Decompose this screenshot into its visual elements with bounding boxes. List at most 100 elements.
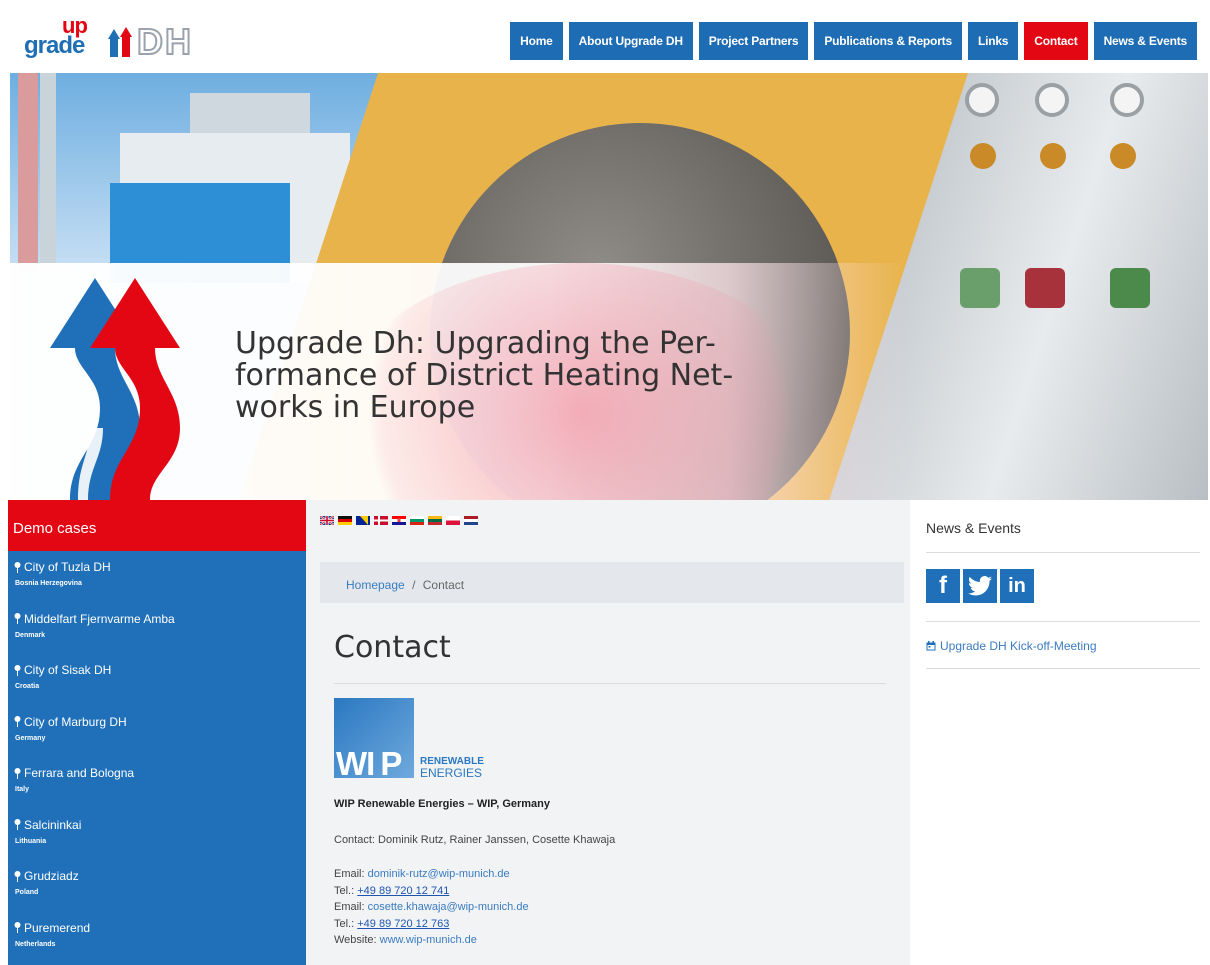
- contact-details: Email: dominik-rutz@wip-munich.de Tel.: …: [334, 866, 529, 949]
- bosnia-flag-icon[interactable]: [356, 516, 370, 525]
- hero-chimney: [18, 73, 38, 273]
- site-header: up grade DH Home About Upgrade DH Projec…: [0, 0, 1210, 73]
- demo-case-name: Puremerend: [24, 920, 91, 935]
- demo-case-name: Ferrara and Bologna: [24, 766, 135, 780]
- phone-link-rutz[interactable]: +49 89 720 12 741: [357, 885, 449, 897]
- twitter-icon[interactable]: [963, 569, 997, 603]
- page-title: Contact: [334, 630, 451, 665]
- nav-links[interactable]: Links: [967, 22, 1019, 60]
- valve-icon: [1110, 143, 1136, 169]
- demo-case-ferrara-bologna[interactable]: Ferrara and Bologna Italy: [8, 757, 306, 809]
- hero-title-line: Upgrade Dh: Upgrading the Per-: [235, 326, 716, 361]
- sidebar-heading: Demo cases: [8, 500, 306, 551]
- linkedin-icon[interactable]: in: [1000, 569, 1034, 603]
- demo-case-name: Salcininkai: [24, 817, 82, 832]
- valve-icon: [1040, 143, 1066, 169]
- hero-title-line: works in Europe: [235, 390, 476, 425]
- nav-news-events[interactable]: News & Events: [1093, 22, 1197, 60]
- breadcrumb-separator: /: [412, 578, 416, 592]
- hero-arrows-icon: [50, 278, 180, 500]
- social-links: f in: [926, 569, 1034, 603]
- logo-dh-text: DH: [136, 20, 193, 63]
- wip-logo[interactable]: WI P RENEWABLE ENERGIES: [334, 698, 504, 782]
- lithuania-flag-icon[interactable]: [428, 516, 442, 525]
- title-divider: [334, 683, 886, 684]
- news-item-kickoff[interactable]: Upgrade DH Kick-off-Meeting: [926, 639, 1097, 653]
- divider: [926, 552, 1200, 553]
- hero-banner: Upgrade Dh: Upgrading the Per- formance …: [10, 73, 1208, 500]
- nav-contact[interactable]: Contact: [1024, 22, 1088, 60]
- poland-flag-icon[interactable]: [446, 516, 460, 525]
- demo-case-country: Netherlands: [15, 940, 56, 948]
- wip-logo-energies: ENERGIES: [420, 766, 483, 780]
- news-item-label: Upgrade DH Kick-off-Meeting: [940, 639, 1097, 653]
- email-label: Email:: [334, 901, 365, 913]
- map-pin-icon: [14, 767, 21, 779]
- contact-persons: Contact: Dominik Rutz, Rainer Janssen, C…: [334, 834, 616, 846]
- demo-case-country: Poland: [15, 889, 39, 896]
- phone-link-khawaja[interactable]: +49 89 720 12 763: [357, 918, 449, 930]
- demo-case-name: City of Tuzla DH: [24, 560, 111, 574]
- map-pin-icon: [14, 561, 21, 573]
- uk-flag-icon[interactable]: [320, 516, 334, 525]
- main-nav: Home About Upgrade DH Project Partners P…: [510, 22, 1197, 60]
- calendar-icon: [926, 641, 936, 651]
- demo-case-grudziadz[interactable]: Grudziadz Poland: [8, 860, 306, 912]
- demo-case-middelfart[interactable]: Middelfart Fjernvarme Amba Denmark: [8, 603, 306, 655]
- hero-title: Upgrade Dh: Upgrading the Per- formance …: [235, 328, 795, 424]
- email-link-khawaja[interactable]: cosette.khawaja@wip-munich.de: [368, 901, 529, 913]
- nav-home[interactable]: Home: [510, 22, 563, 60]
- wip-logo-letter-p: P: [380, 745, 402, 782]
- site-logo[interactable]: up grade DH: [22, 13, 202, 63]
- map-pin-icon: [14, 870, 21, 882]
- tel-label: Tel.:: [334, 917, 355, 930]
- divider: [926, 668, 1200, 669]
- map-pin-icon: [14, 922, 21, 933]
- bulgaria-flag-icon[interactable]: [410, 516, 424, 525]
- breadcrumb-home-link[interactable]: Homepage: [346, 578, 405, 592]
- demo-case-salcininkai[interactable]: Salcininkai Lithuania: [8, 809, 306, 861]
- logo-arrows-icon: [108, 27, 132, 57]
- website-label: Website:: [334, 934, 377, 946]
- demo-case-name: City of Marburg DH: [24, 714, 127, 729]
- map-pin-icon: [14, 613, 21, 624]
- demo-case-sisak[interactable]: City of Sisak DH Croatia: [8, 654, 306, 706]
- denmark-flag-icon[interactable]: [374, 516, 388, 525]
- language-flags: [320, 516, 478, 525]
- croatia-flag-icon[interactable]: [392, 516, 406, 525]
- gauge-icon: [1110, 83, 1144, 117]
- website-link[interactable]: www.wip-munich.de: [380, 934, 477, 946]
- nav-about[interactable]: About Upgrade DH: [568, 22, 693, 60]
- demo-case-country: Germany: [15, 734, 46, 742]
- map-pin-icon: [14, 664, 21, 676]
- demo-case-country: Bosnia Herzegovina: [15, 580, 82, 587]
- gauge-icon: [965, 83, 999, 117]
- email-label: Email:: [334, 868, 365, 880]
- main-content: Homepage / Contact Contact WI P RENEWABLE…: [306, 500, 910, 965]
- map-pin-icon: [14, 819, 21, 830]
- map-pin-icon: [14, 716, 21, 727]
- demo-case-country: Denmark: [15, 631, 45, 639]
- demo-case-country: Italy: [15, 786, 30, 793]
- demo-case-marburg[interactable]: City of Marburg DH Germany: [8, 706, 306, 758]
- news-events-column: News & Events f in Upgrade DH Kick-off-M…: [910, 500, 1210, 965]
- demo-case-tuzla[interactable]: City of Tuzla DH Bosnia Herzegovina: [8, 551, 306, 603]
- facebook-icon[interactable]: f: [926, 569, 960, 603]
- hero-chimney-2: [40, 73, 56, 273]
- nav-partners[interactable]: Project Partners: [698, 22, 809, 60]
- news-events-heading: News & Events: [926, 520, 1021, 536]
- netherlands-flag-icon[interactable]: [464, 516, 478, 525]
- germany-flag-icon[interactable]: [338, 516, 352, 525]
- demo-case-name: Middelfart Fjernvarme Amba: [24, 611, 175, 626]
- email-link-rutz[interactable]: dominik-rutz@wip-munich.de: [368, 868, 510, 880]
- valve-icon: [970, 143, 996, 169]
- demo-case-name: City of Sisak DH: [24, 663, 112, 677]
- logo-grade-text: grade: [24, 32, 85, 59]
- nav-publications[interactable]: Publications & Reports: [814, 22, 962, 60]
- gauge-icon: [1035, 83, 1069, 117]
- breadcrumb-current: Contact: [422, 578, 465, 592]
- divider: [926, 621, 1200, 622]
- breadcrumb: Homepage / Contact: [320, 562, 904, 603]
- demo-case-name: Grudziadz: [24, 869, 79, 883]
- demo-case-puremerend[interactable]: Puremerend Netherlands: [8, 912, 306, 964]
